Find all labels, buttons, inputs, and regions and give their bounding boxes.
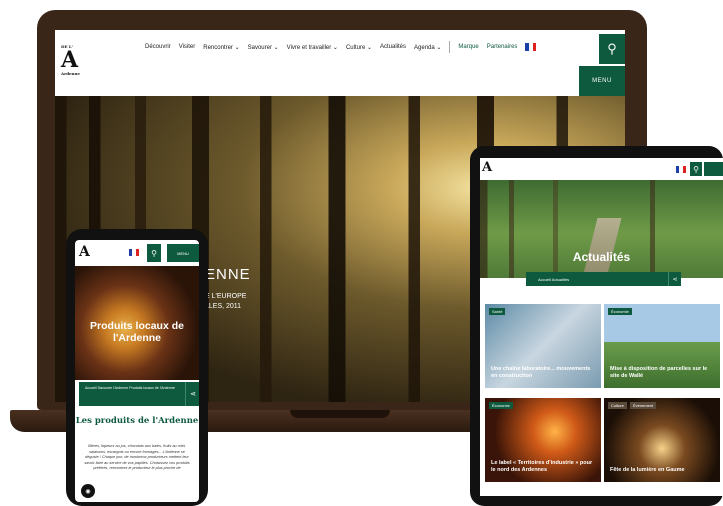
nav-item-actualites[interactable]: Actualités xyxy=(380,44,406,50)
nav-item-vivre[interactable]: Vivre et travailler ⌄ xyxy=(287,44,338,51)
flag-fr-icon[interactable] xyxy=(129,249,139,256)
section-heading: Les produits de l'Ardenne xyxy=(75,416,199,426)
breadcrumb[interactable]: Accueil Actualités xyxy=(526,272,680,286)
menu-button[interactable] xyxy=(704,162,723,176)
share-button[interactable]: ⋖ xyxy=(668,272,681,286)
site-logo[interactable]: DE L' A Ardenne xyxy=(61,44,81,84)
category-badge: Économie xyxy=(608,308,632,315)
news-card[interactable]: Économie Mise à disposition de parcelles… xyxy=(604,304,720,388)
nav-item-savourer[interactable]: Savourer ⌄ xyxy=(248,44,279,51)
phone-hero-title: Produits locaux de l'Ardenne xyxy=(90,320,184,344)
tablet-screen: A ⚲ Actualités Accueil Actualités ⋖ Sant… xyxy=(480,158,723,496)
search-icon: ⚲ xyxy=(693,164,699,174)
search-icon: ⚲ xyxy=(607,41,617,56)
tablet-logo[interactable]: A xyxy=(482,160,492,175)
search-button[interactable]: ⚲ xyxy=(690,162,702,176)
laptop-notch xyxy=(290,410,390,418)
flag-fr-icon[interactable] xyxy=(676,166,686,173)
logo-text: Ardenne xyxy=(61,71,80,76)
tablet-hero-title: Actualités xyxy=(572,250,631,264)
laptop-header: DE L' A Ardenne Découvrir Visiter Rencon… xyxy=(55,30,625,96)
menu-button[interactable]: MENU xyxy=(579,66,625,96)
nav-item-visiter[interactable]: Visiter xyxy=(179,44,196,50)
hero-title: ENNE xyxy=(205,266,251,283)
logo-letter: A xyxy=(61,47,79,73)
category-badge: Événement xyxy=(630,402,657,409)
hero-subtitle: E L'EUROPE LLES, 2011 xyxy=(205,292,246,312)
phone-logo[interactable]: A xyxy=(79,244,90,260)
news-card-title: Une chaîne laboratoire... mouvements en … xyxy=(491,366,591,379)
nav-item-rencontrer[interactable]: Rencontrer ⌄ xyxy=(203,44,239,51)
hero-subtitle-line-1: E L'EUROPE xyxy=(205,293,247,300)
flag-fr-icon[interactable] xyxy=(525,43,537,51)
share-icon: ⋖ xyxy=(190,391,196,398)
news-card[interactable]: Santé Une chaîne laboratoire... mouvemen… xyxy=(485,304,601,388)
nav-item-culture[interactable]: Culture ⌄ xyxy=(346,44,372,51)
share-icon: ⋖ xyxy=(672,276,678,283)
news-card[interactable]: Économie Le label « Territoires d'indust… xyxy=(485,398,601,482)
category-badge: Santé xyxy=(489,308,506,315)
news-card-title: Fête de la lumière en Gaume xyxy=(610,467,685,473)
accessibility-icon[interactable]: ◉ xyxy=(81,484,95,498)
nav-item-partenaires[interactable]: Partenaires xyxy=(487,44,518,50)
news-card-title: Le label « Territoires d'industrie » pou… xyxy=(491,460,593,473)
search-button[interactable]: ⚲ xyxy=(599,34,625,64)
intro-paragraph: Bières, liqueurs au jus, chocolats aux b… xyxy=(84,444,190,471)
nav-divider xyxy=(449,41,451,53)
nav-item-agenda[interactable]: Agenda ⌄ xyxy=(414,44,441,51)
breadcrumb[interactable]: Accueil Savourer l'Ardenne Produits loca… xyxy=(79,382,185,406)
category-badge: Culture xyxy=(608,402,627,409)
news-card[interactable]: Culture Événement Fête de la lumière en … xyxy=(604,398,720,482)
search-icon: ⚲ xyxy=(151,248,157,258)
nav-item-decouvrir[interactable]: Découvrir xyxy=(145,44,171,50)
menu-button[interactable]: MENU xyxy=(167,244,199,262)
news-card-title: Mise à disposition de parcelles sur le s… xyxy=(610,366,708,379)
tablet-header xyxy=(480,158,723,180)
nav-item-marque[interactable]: Marque xyxy=(458,44,478,50)
phone-screen: A ⚲ MENU Produits locaux de l'Ardenne Ac… xyxy=(75,240,199,502)
hero-subtitle-line-2: LLES, 2011 xyxy=(205,303,242,310)
search-button[interactable]: ⚲ xyxy=(147,244,161,262)
share-button[interactable]: ⋖ xyxy=(185,382,199,406)
main-nav: Découvrir Visiter Rencontrer ⌄ Savourer … xyxy=(145,40,537,54)
category-badge: Économie xyxy=(489,402,513,409)
